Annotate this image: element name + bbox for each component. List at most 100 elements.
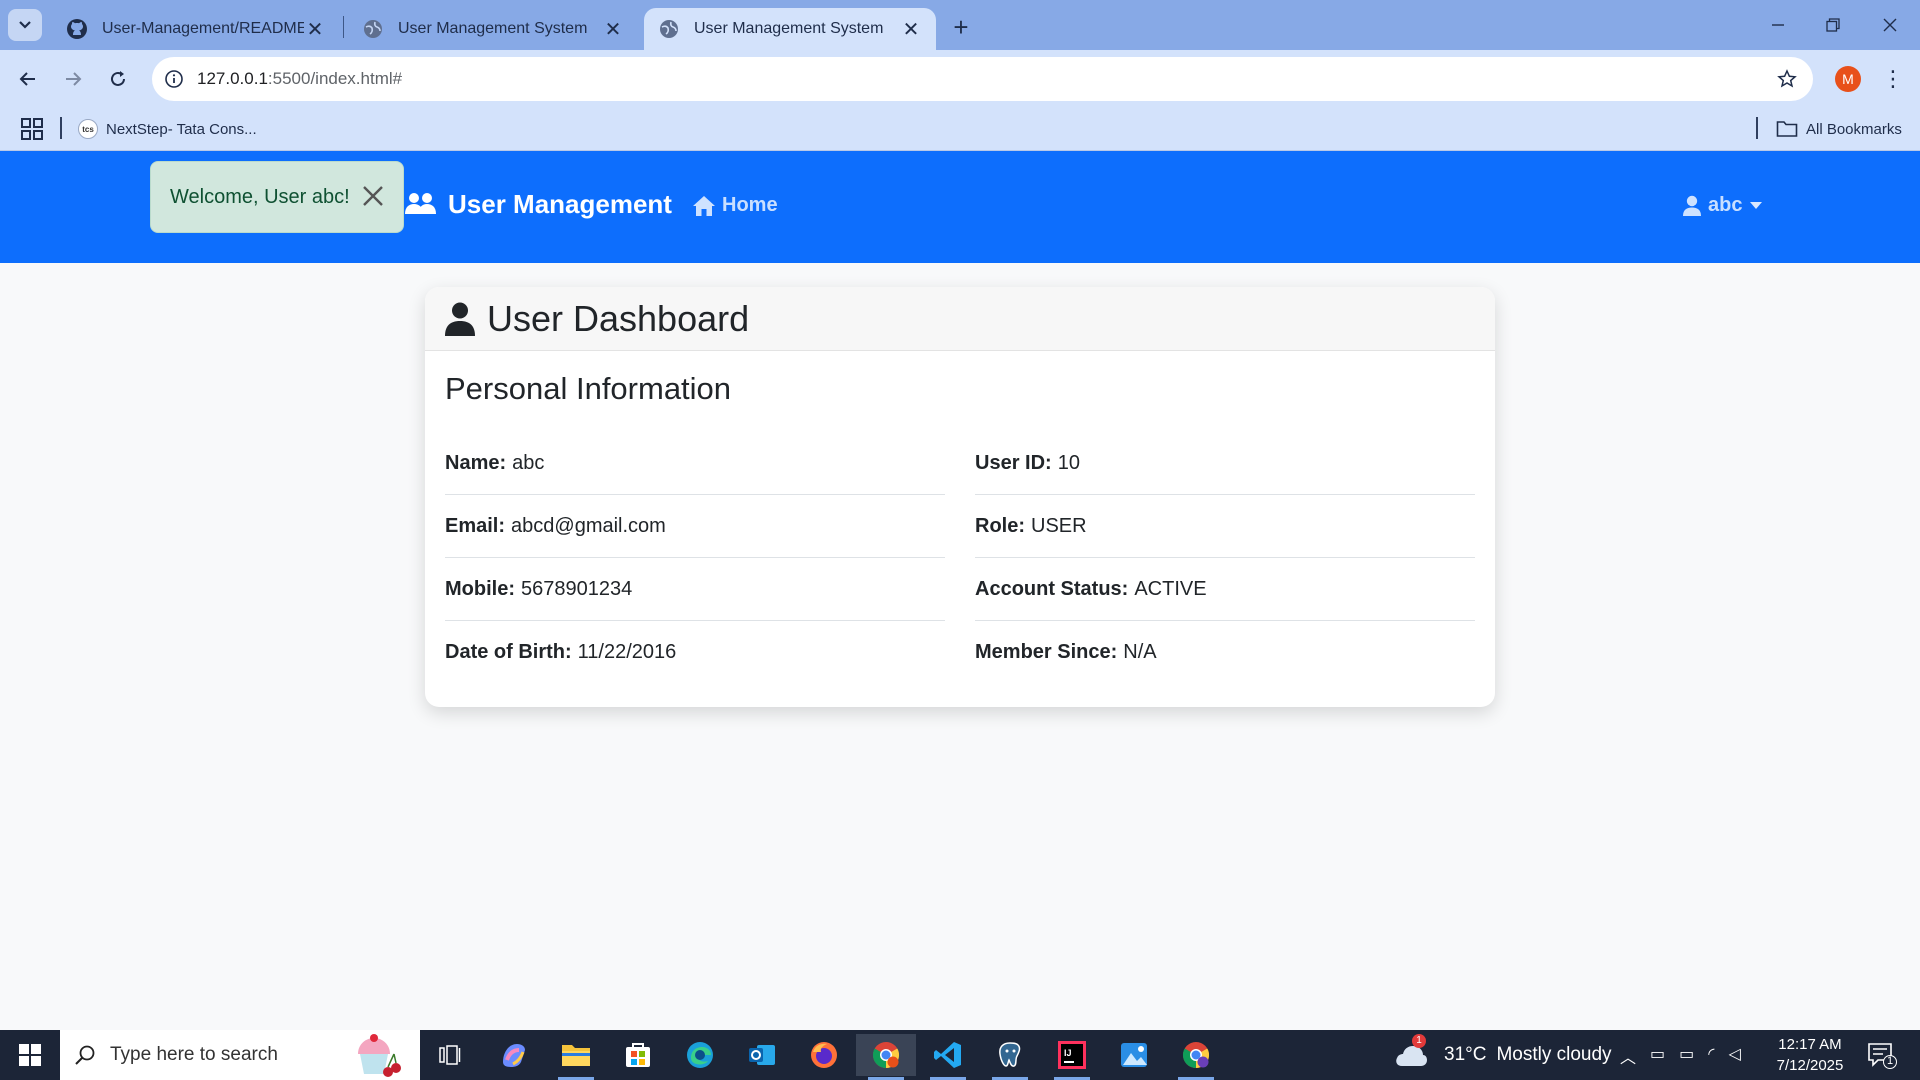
address-bar[interactable]: 127.0.0.1:5500/index.html# <box>152 57 1813 101</box>
tab-user-management-active[interactable]: User Management System ✕ <box>644 8 936 50</box>
user-dropdown-toggle[interactable]: abc <box>1682 194 1763 217</box>
close-icon[interactable]: ✕ <box>304 18 326 41</box>
close-icon <box>1883 18 1897 32</box>
taskbar-edge[interactable] <box>674 1034 726 1076</box>
volume-icon[interactable]: ◁ <box>1728 1044 1740 1068</box>
info-label: Member Since: <box>975 641 1118 663</box>
info-label: User ID: <box>975 451 1052 474</box>
tcs-logo-icon: tcs <box>78 119 98 139</box>
photos-icon <box>1121 1043 1147 1067</box>
taskbar-intellij[interactable]: IJ <box>1046 1034 1098 1080</box>
browser-menu-icon[interactable]: ⋮ <box>1880 66 1906 92</box>
forward-button[interactable] <box>53 59 93 99</box>
apps-grid-icon[interactable] <box>20 117 44 141</box>
battery-icon[interactable]: ▭ <box>1679 1044 1694 1068</box>
url-host: 127.0.0.1 <box>197 69 268 88</box>
users-icon <box>405 192 436 214</box>
browser-toolbar: 127.0.0.1:5500/index.html# M ⋮ <box>0 50 1920 107</box>
firefox-icon <box>811 1042 837 1068</box>
minimize-button[interactable] <box>1758 8 1798 42</box>
bookmark-star-icon[interactable] <box>1775 67 1799 91</box>
tab-user-management-1[interactable]: User Management System ✕ <box>348 8 638 50</box>
info-value: N/A <box>1123 641 1157 663</box>
profile-avatar[interactable]: M <box>1835 66 1861 92</box>
navbar-brand[interactable]: User Management <box>404 189 672 220</box>
new-tab-button[interactable]: + <box>946 12 976 42</box>
task-view-icon <box>439 1045 461 1065</box>
user-icon <box>445 302 475 336</box>
taskbar-copilot[interactable] <box>488 1034 540 1076</box>
github-icon <box>66 18 88 40</box>
info-row-name: Name: abc <box>445 432 945 495</box>
search-icon <box>75 1045 95 1065</box>
taskbar-photos[interactable] <box>1108 1034 1160 1076</box>
browser-tab-strip: User-Management/README.md ✕ User Managem… <box>0 0 1920 50</box>
notification-center-button[interactable]: 1 <box>1866 1040 1898 1070</box>
tab-title: User Management System <box>694 20 884 37</box>
info-value: 10 <box>1057 451 1080 474</box>
info-row-dob: Date of Birth: 11/22/2016 <box>445 621 945 684</box>
reload-button[interactable] <box>98 59 138 99</box>
site-info-icon[interactable] <box>160 65 188 93</box>
system-tray: ︿ ▭ ▭ ◜ ◁ <box>1620 1044 1741 1068</box>
weather-temperature: 31°C <box>1444 1044 1487 1065</box>
restore-button[interactable] <box>1813 8 1853 42</box>
nav-link-home[interactable]: Home <box>692 194 778 217</box>
info-row-email: Email: abcd@gmail.com <box>445 495 945 558</box>
caret-down-icon <box>1750 202 1763 209</box>
section-title: Personal Information <box>445 371 732 406</box>
taskbar-search[interactable]: Type here to search <box>60 1030 420 1080</box>
info-label: Name: <box>445 451 507 474</box>
bookmarks-bar: tcs NextStep- Tata Cons... All Bookmarks <box>0 107 1920 151</box>
taskbar-chrome-active[interactable] <box>856 1034 916 1080</box>
weather-widget[interactable]: 1 31°C Mostly cloudy <box>1394 1034 1612 1068</box>
info-value: abcd@gmail.com <box>511 514 666 537</box>
tab-search-button[interactable] <box>8 9 42 41</box>
bookmark-separator <box>60 117 62 139</box>
task-view-button[interactable] <box>424 1034 476 1076</box>
windows-logo-icon <box>19 1044 41 1066</box>
taskbar-vscode[interactable] <box>922 1034 974 1080</box>
taskbar-chrome-2[interactable] <box>1170 1034 1222 1080</box>
cloud-icon: 1 <box>1394 1034 1428 1068</box>
info-label: Date of Birth: <box>445 641 572 663</box>
taskbar-firefox[interactable] <box>798 1034 850 1076</box>
taskbar-file-explorer[interactable] <box>550 1034 602 1080</box>
wifi-icon[interactable]: ◜ <box>1708 1044 1714 1068</box>
system-clock[interactable]: 12:17 AM 7/12/2025 <box>1770 1034 1850 1076</box>
postgresql-icon <box>999 1042 1021 1067</box>
info-label: Mobile: <box>445 577 515 600</box>
folder-icon <box>1776 121 1798 137</box>
notification-count: 1 <box>1886 1055 1894 1067</box>
chevron-down-icon <box>19 21 31 29</box>
bookmark-nextstep[interactable]: tcs NextStep- Tata Cons... <box>78 115 257 143</box>
start-button[interactable] <box>0 1030 60 1080</box>
close-icon[interactable]: ✕ <box>602 18 624 41</box>
info-row-user-id: User ID: 10 <box>975 432 1475 495</box>
outlook-icon <box>749 1045 775 1065</box>
chevron-up-icon[interactable]: ︿ <box>1620 1044 1636 1068</box>
info-value: abc <box>512 451 545 474</box>
vscode-icon <box>934 1042 961 1068</box>
close-icon[interactable] <box>359 182 387 210</box>
clock-date: 7/12/2025 <box>1776 1057 1844 1074</box>
close-icon[interactable]: ✕ <box>900 18 922 41</box>
taskbar-outlook[interactable] <box>736 1034 788 1076</box>
close-window-button[interactable] <box>1870 8 1910 42</box>
all-bookmarks-button[interactable]: All Bookmarks <box>1776 115 1902 143</box>
page-title: User Dashboard <box>487 297 750 339</box>
tab-readme[interactable]: User-Management/README.md ✕ <box>52 8 340 50</box>
taskbar-postgresql[interactable] <box>984 1034 1036 1080</box>
user-icon <box>1683 195 1701 216</box>
meet-now-icon[interactable]: ▭ <box>1650 1044 1665 1068</box>
reload-icon <box>111 71 125 86</box>
minimize-icon <box>1772 24 1784 26</box>
taskbar-microsoft-store[interactable] <box>612 1034 664 1076</box>
info-row-mobile: Mobile: 5678901234 <box>445 558 945 621</box>
store-icon <box>626 1043 650 1067</box>
back-button[interactable] <box>8 59 48 99</box>
brand-text: User Management <box>448 189 672 219</box>
cupcake-icon <box>358 1034 401 1077</box>
windows-taskbar: Type here to search IJ 1 31°C Mostly clo… <box>0 1030 1920 1080</box>
chrome-icon <box>1182 1042 1210 1069</box>
